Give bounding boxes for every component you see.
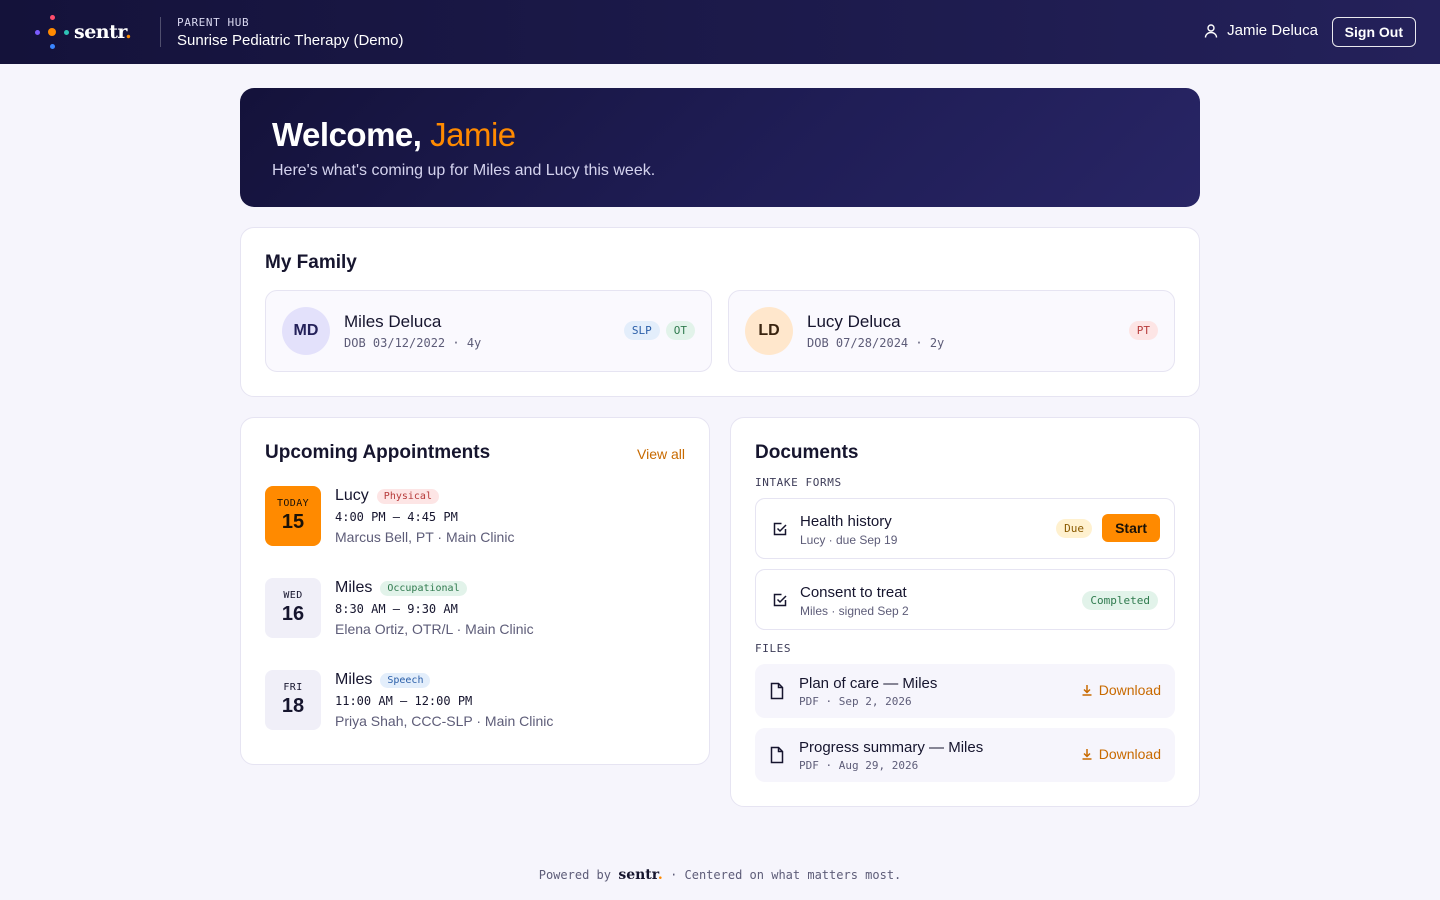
therapy-tags: SLP OT: [623, 321, 695, 340]
start-form-button[interactable]: Start: [1102, 514, 1160, 542]
child-name: Lucy Deluca: [807, 312, 901, 331]
appointment-child: Miles: [335, 579, 373, 596]
user-menu[interactable]: Jamie Deluca: [1203, 22, 1318, 39]
appointment-provider: Elena Ortiz, OTR/L · Main Clinic: [335, 621, 534, 637]
appointment-time: 4:00 PM – 4:45 PM: [335, 510, 458, 524]
therapy-tag: PT: [1128, 321, 1158, 340]
form-meta: Lucy · due Sep 19: [800, 533, 898, 547]
file-icon: [769, 682, 785, 705]
download-icon: [1082, 749, 1092, 760]
appointments-title: Upcoming Appointments: [265, 442, 491, 463]
appointment-child: Lucy: [335, 487, 369, 504]
appointment-time: 11:00 AM – 12:00 PM: [335, 694, 473, 708]
brand-wordmark: sentr.: [74, 21, 132, 43]
footer-tagline: · Centered on what matters most.: [670, 868, 902, 882]
file-title: Progress summary — Miles: [799, 739, 984, 756]
user-icon: [1203, 23, 1219, 39]
user-name: Jamie Deluca: [1227, 22, 1318, 39]
documents-card: Documents INTAKE FORMS Health history Lu…: [730, 417, 1200, 807]
hub-eyebrow: PARENT HUB: [177, 16, 250, 29]
brand-logo[interactable]: sentr.: [34, 14, 132, 50]
checkbox-form-icon: [772, 521, 788, 542]
file-title: Plan of care — Miles: [799, 675, 938, 692]
status-badge: Due: [1056, 519, 1092, 538]
therapy-type-badge: Physical: [376, 488, 439, 504]
sign-out-button[interactable]: Sign Out: [1331, 17, 1416, 47]
appointment-item[interactable]: FRI 18 Miles Speech 11:00 AM – 12:00 PM …: [265, 670, 685, 730]
download-button[interactable]: Download: [1081, 682, 1161, 698]
avatar: LD: [745, 307, 793, 355]
family-title: My Family: [265, 252, 357, 273]
therapy-tags: PT: [1128, 321, 1158, 340]
therapy-type-badge: Speech: [380, 672, 431, 688]
file-meta: PDF · Aug 29, 2026: [799, 759, 919, 772]
therapy-type-badge: Occupational: [380, 580, 467, 596]
family-card: My Family MD Miles Deluca DOB 03/12/2022…: [240, 227, 1200, 397]
welcome-banner: Welcome, Jamie Here's what's coming up f…: [240, 88, 1200, 207]
documents-title: Documents: [755, 442, 859, 463]
view-all-link[interactable]: View all: [637, 446, 685, 462]
appointments-card: Upcoming Appointments View all TODAY 15 …: [240, 417, 710, 765]
page-footer: Powered by sentr. · Centered on what mat…: [0, 867, 1440, 883]
checkbox-form-icon: [772, 592, 788, 613]
download-button[interactable]: Download: [1081, 746, 1161, 762]
welcome-name: Jamie: [430, 116, 516, 153]
child-dob: DOB 03/12/2022 · 4y: [344, 336, 482, 350]
file-icon: [769, 746, 785, 769]
child-card-miles[interactable]: MD Miles Deluca DOB 03/12/2022 · 4y SLP …: [265, 290, 712, 372]
status-badge: Completed: [1082, 591, 1158, 610]
intake-form-row[interactable]: Health history Lucy · due Sep 19 Due Sta…: [755, 498, 1175, 559]
download-icon: [1082, 685, 1092, 696]
clinic-name: Sunrise Pediatric Therapy (Demo): [177, 32, 404, 49]
therapy-tag: OT: [665, 321, 695, 340]
file-meta: PDF · Sep 2, 2026: [799, 695, 912, 708]
child-card-lucy[interactable]: LD Lucy Deluca DOB 07/28/2024 · 2y PT: [728, 290, 1175, 372]
header-divider: [160, 17, 161, 47]
appointment-item[interactable]: TODAY 15 Lucy Physical 4:00 PM – 4:45 PM…: [265, 486, 685, 546]
file-row[interactable]: Plan of care — Miles PDF · Sep 2, 2026 D…: [755, 664, 1175, 718]
form-title: Consent to treat: [800, 584, 907, 601]
file-row[interactable]: Progress summary — Miles PDF · Aug 29, 2…: [755, 728, 1175, 782]
child-dob: DOB 07/28/2024 · 2y: [807, 336, 945, 350]
top-bar: sentr. PARENT HUB Sunrise Pediatric Ther…: [0, 0, 1440, 64]
intake-forms-label: INTAKE FORMS: [755, 476, 842, 489]
form-meta: Miles · signed Sep 2: [800, 604, 909, 618]
appointment-child: Miles: [335, 671, 373, 688]
appointment-provider: Priya Shah, CCC-SLP · Main Clinic: [335, 713, 554, 729]
footer-brand-logo: sentr.: [618, 867, 663, 883]
powered-by-label: Powered by: [538, 868, 611, 882]
files-label: FILES: [755, 642, 792, 655]
appointment-item[interactable]: WED 16 Miles Occupational 8:30 AM – 9:30…: [265, 578, 685, 638]
appointment-provider: Marcus Bell, PT · Main Clinic: [335, 529, 515, 545]
date-badge: TODAY 15: [265, 486, 321, 546]
welcome-subtitle: Here's what's coming up for Miles and Lu…: [272, 162, 656, 179]
avatar: MD: [282, 307, 330, 355]
intake-form-row[interactable]: Consent to treat Miles · signed Sep 2 Co…: [755, 569, 1175, 630]
therapy-tag: SLP: [623, 321, 660, 340]
logo-mark-icon: [34, 14, 70, 50]
welcome-heading: Welcome, Jamie: [272, 116, 516, 153]
form-title: Health history: [800, 513, 892, 530]
date-badge: FRI 18: [265, 670, 321, 730]
appointment-time: 8:30 AM – 9:30 AM: [335, 602, 458, 616]
date-badge: WED 16: [265, 578, 321, 638]
child-name: Miles Deluca: [344, 312, 442, 331]
